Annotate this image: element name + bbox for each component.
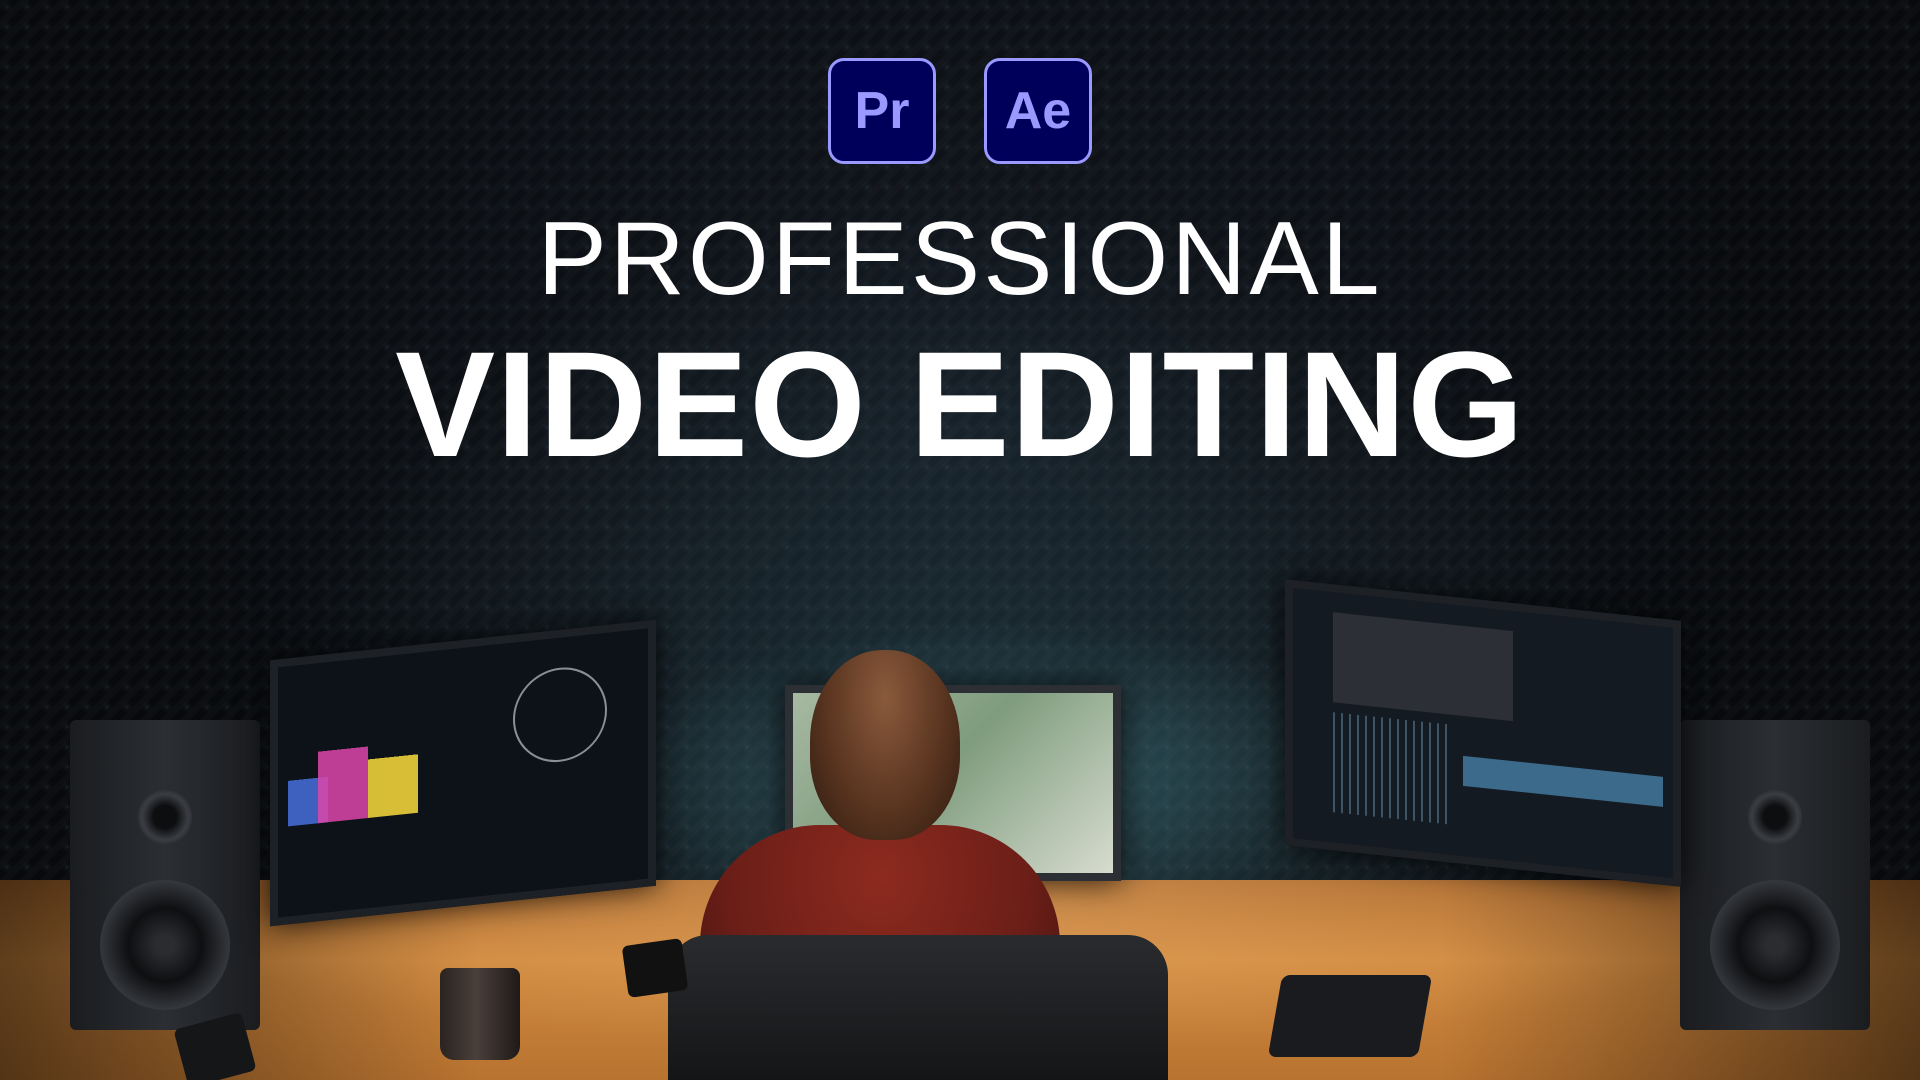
coffee-mug [440,968,520,1060]
smartphone [621,938,689,998]
timeline-display [1293,588,1673,878]
speaker-woofer [1710,880,1840,1010]
color-scopes-monitor [270,619,656,927]
speaker-tweeter [1748,790,1802,844]
after-effects-logo: Ae [984,58,1092,164]
speaker-tweeter [138,790,192,844]
thumbnail-canvas: Pr Ae PROFESSIONAL VIDEO EDITING [0,0,1920,1080]
office-chair [668,935,1168,1080]
histogram-display [278,628,648,918]
pen-tablet [1267,975,1433,1057]
right-studio-speaker [1680,720,1870,1030]
editing-timeline-monitor [1285,579,1681,887]
premiere-pro-logo: Pr [828,58,936,164]
headline-professional: PROFESSIONAL [537,201,1383,317]
speaker-woofer [100,880,230,1010]
headline-video-editing: VIDEO EDITING [395,320,1525,488]
editor-head [810,650,960,840]
left-studio-speaker [70,720,260,1030]
